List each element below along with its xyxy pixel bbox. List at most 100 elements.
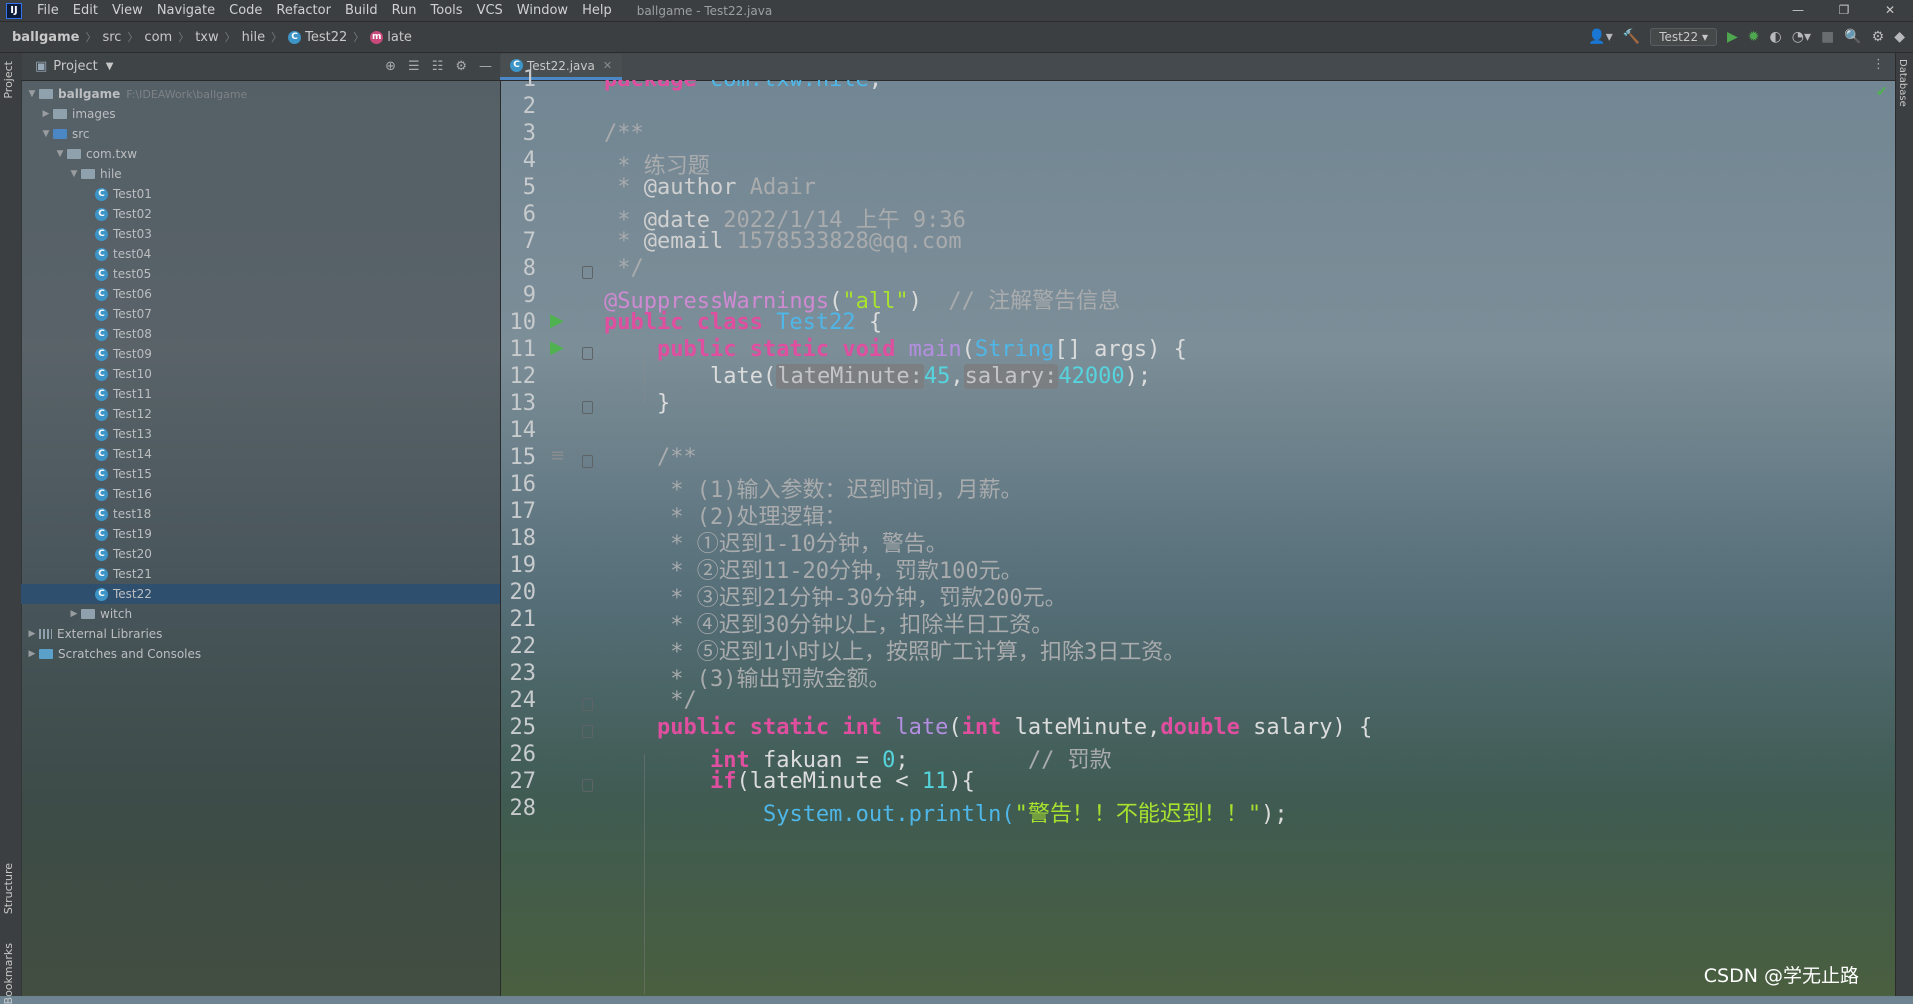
fold-marker-icon[interactable] (582, 779, 593, 792)
tree-images[interactable]: ▶ images (21, 104, 500, 124)
fold-marker-icon[interactable] (582, 725, 593, 738)
chevron-right-icon[interactable]: ▶ (25, 629, 39, 639)
menu-window[interactable]: Window (510, 3, 575, 18)
chevron-right-icon[interactable]: ▶ (67, 609, 81, 619)
doc-render-icon[interactable]: ≡ (550, 445, 565, 466)
breadcrumb-com[interactable]: com (140, 30, 176, 45)
tree-class-item[interactable]: C Test15 (21, 464, 500, 484)
tree-root[interactable]: ▼ ballgame F:\IDEAWork\ballgame (21, 84, 500, 104)
profile-icon[interactable]: ◔▾ (1792, 29, 1811, 45)
tree-class-item[interactable]: C Test16 (21, 484, 500, 504)
project-tool-tab[interactable]: Project (2, 61, 15, 99)
breadcrumb-hile[interactable]: hile (238, 30, 269, 45)
chevron-down-icon[interactable]: ▼ (25, 89, 39, 99)
fold-marker-icon[interactable] (582, 455, 593, 468)
run-icon[interactable]: ▶ (1727, 29, 1738, 45)
tree-external-libraries[interactable]: ▶ External Libraries (21, 624, 500, 644)
fold-marker-icon[interactable] (582, 401, 593, 414)
gear-icon[interactable]: ⚙ (455, 59, 467, 74)
menu-vcs[interactable]: VCS (470, 3, 510, 18)
menu-tools[interactable]: Tools (424, 3, 470, 18)
tree-package[interactable]: ▼ com.txw (21, 144, 500, 164)
chevron-down-icon[interactable]: ▼ (106, 61, 114, 72)
tree-class-item[interactable]: C Test10 (21, 364, 500, 384)
expand-all-icon[interactable]: ☰ (408, 59, 420, 74)
tree-class-item[interactable]: C Test14 (21, 444, 500, 464)
debug-icon[interactable]: ✹ (1748, 29, 1760, 45)
locate-icon[interactable]: ⊕ (385, 59, 396, 74)
menu-navigate[interactable]: Navigate (150, 3, 222, 18)
code-editor[interactable]: package com.txw.hile; /** * 练习题 * @autho… (596, 80, 1895, 996)
breadcrumb-class[interactable]: C Test22 (284, 30, 351, 45)
chevron-right-icon[interactable]: ▶ (39, 109, 53, 119)
menu-refactor[interactable]: Refactor (269, 3, 338, 18)
tree-scratches[interactable]: ▶ Scratches and Consoles (21, 644, 500, 664)
close-window-button[interactable]: ✕ (1867, 0, 1913, 21)
breadcrumb-src[interactable]: src (98, 30, 125, 45)
tree-class-item[interactable]: C Test20 (21, 544, 500, 564)
tree-subpackage[interactable]: ▼ hile (21, 164, 500, 184)
breadcrumb-method[interactable]: m late (366, 30, 416, 45)
menu-view[interactable]: View (105, 3, 150, 18)
tree-class-item[interactable]: C Test11 (21, 384, 500, 404)
line-number: 17 (509, 499, 537, 524)
tree-class-item[interactable]: C Test19 (21, 524, 500, 544)
more-options-icon[interactable]: ⋮ (1872, 57, 1885, 72)
toolbox-icon[interactable]: ◆ (1894, 29, 1905, 45)
project-panel: ▣ Project ▼ ⊕ ☰ ☷ ⚙ — ▼ ballgame F:\IDEAWo… (21, 53, 501, 996)
stop-icon[interactable]: ■ (1821, 29, 1834, 45)
class-icon: C (95, 527, 108, 541)
close-icon[interactable]: ✕ (603, 59, 612, 72)
tree-class-item[interactable]: Ctest05 (21, 264, 500, 284)
restore-button[interactable]: ❐ (1821, 0, 1867, 21)
menu-help[interactable]: Help (575, 3, 619, 18)
chevron-right-icon[interactable]: ▶ (25, 649, 39, 659)
tree-class-item[interactable]: C Test02 (21, 204, 500, 224)
parameter-hint: lateMinute: (776, 364, 924, 389)
tree-class-item[interactable]: C Test06 (21, 284, 500, 304)
bookmarks-tool-tab[interactable]: Bookmarks (2, 943, 15, 1004)
fold-marker-icon[interactable] (582, 266, 593, 279)
chevron-down-icon[interactable]: ▼ (39, 129, 53, 139)
tree-src[interactable]: ▼ src (21, 124, 500, 144)
run-main-icon[interactable]: ▶ (550, 337, 564, 358)
build-hammer-icon[interactable]: 🔨 (1623, 29, 1640, 45)
tree-class-item[interactable]: Ctest18 (21, 504, 500, 524)
chevron-down-icon[interactable]: ▼ (53, 149, 67, 159)
run-configuration-select[interactable]: Test22 ▾ (1650, 28, 1717, 46)
gear-icon[interactable]: ⚙ (1872, 29, 1885, 45)
menu-file[interactable]: File (30, 3, 66, 18)
tree-class-item[interactable]: C Test01 (21, 184, 500, 204)
tree-class-item[interactable]: C Test22 (21, 584, 500, 604)
tree-class-item[interactable]: Ctest04 (21, 244, 500, 264)
tree-class-item[interactable]: C Test13 (21, 424, 500, 444)
breadcrumb-txw[interactable]: txw (191, 30, 222, 45)
tree-witch[interactable]: ▶ witch (21, 604, 500, 624)
tree-class-item[interactable]: C Test03 (21, 224, 500, 244)
hide-icon[interactable]: — (479, 59, 492, 74)
tree-class-item[interactable]: C Test07 (21, 304, 500, 324)
database-tool-tab[interactable]: Database (1897, 59, 1908, 107)
tree-class-item[interactable]: C Test12 (21, 404, 500, 424)
fold-marker-icon[interactable] (582, 347, 593, 360)
user-icon[interactable]: 👤▾ (1588, 29, 1612, 45)
chevron-down-icon[interactable]: ▼ (67, 169, 81, 179)
window-title: ballgame - Test22.java (636, 3, 773, 18)
menu-run[interactable]: Run (385, 3, 424, 18)
breadcrumb-project[interactable]: ballgame (0, 30, 83, 45)
fold-marker-icon[interactable] (582, 698, 593, 711)
menu-build[interactable]: Build (338, 3, 385, 18)
menu-edit[interactable]: Edit (66, 3, 105, 18)
menu-code[interactable]: Code (222, 3, 269, 18)
run-class-icon[interactable]: ▶ (550, 310, 564, 331)
tree-class-item[interactable]: C Test08 (21, 324, 500, 344)
tree-class-item[interactable]: C Test21 (21, 564, 500, 584)
project-view-select[interactable]: Project (53, 59, 97, 74)
structure-tool-tab[interactable]: Structure (2, 863, 15, 914)
search-icon[interactable]: 🔍 (1844, 29, 1861, 45)
minimize-button[interactable]: — (1775, 0, 1821, 21)
inspection-ok-icon[interactable]: ✔ (1876, 84, 1888, 100)
tree-class-item[interactable]: C Test09 (21, 344, 500, 364)
collapse-all-icon[interactable]: ☷ (432, 59, 444, 74)
coverage-icon[interactable]: ◐ (1770, 29, 1782, 45)
